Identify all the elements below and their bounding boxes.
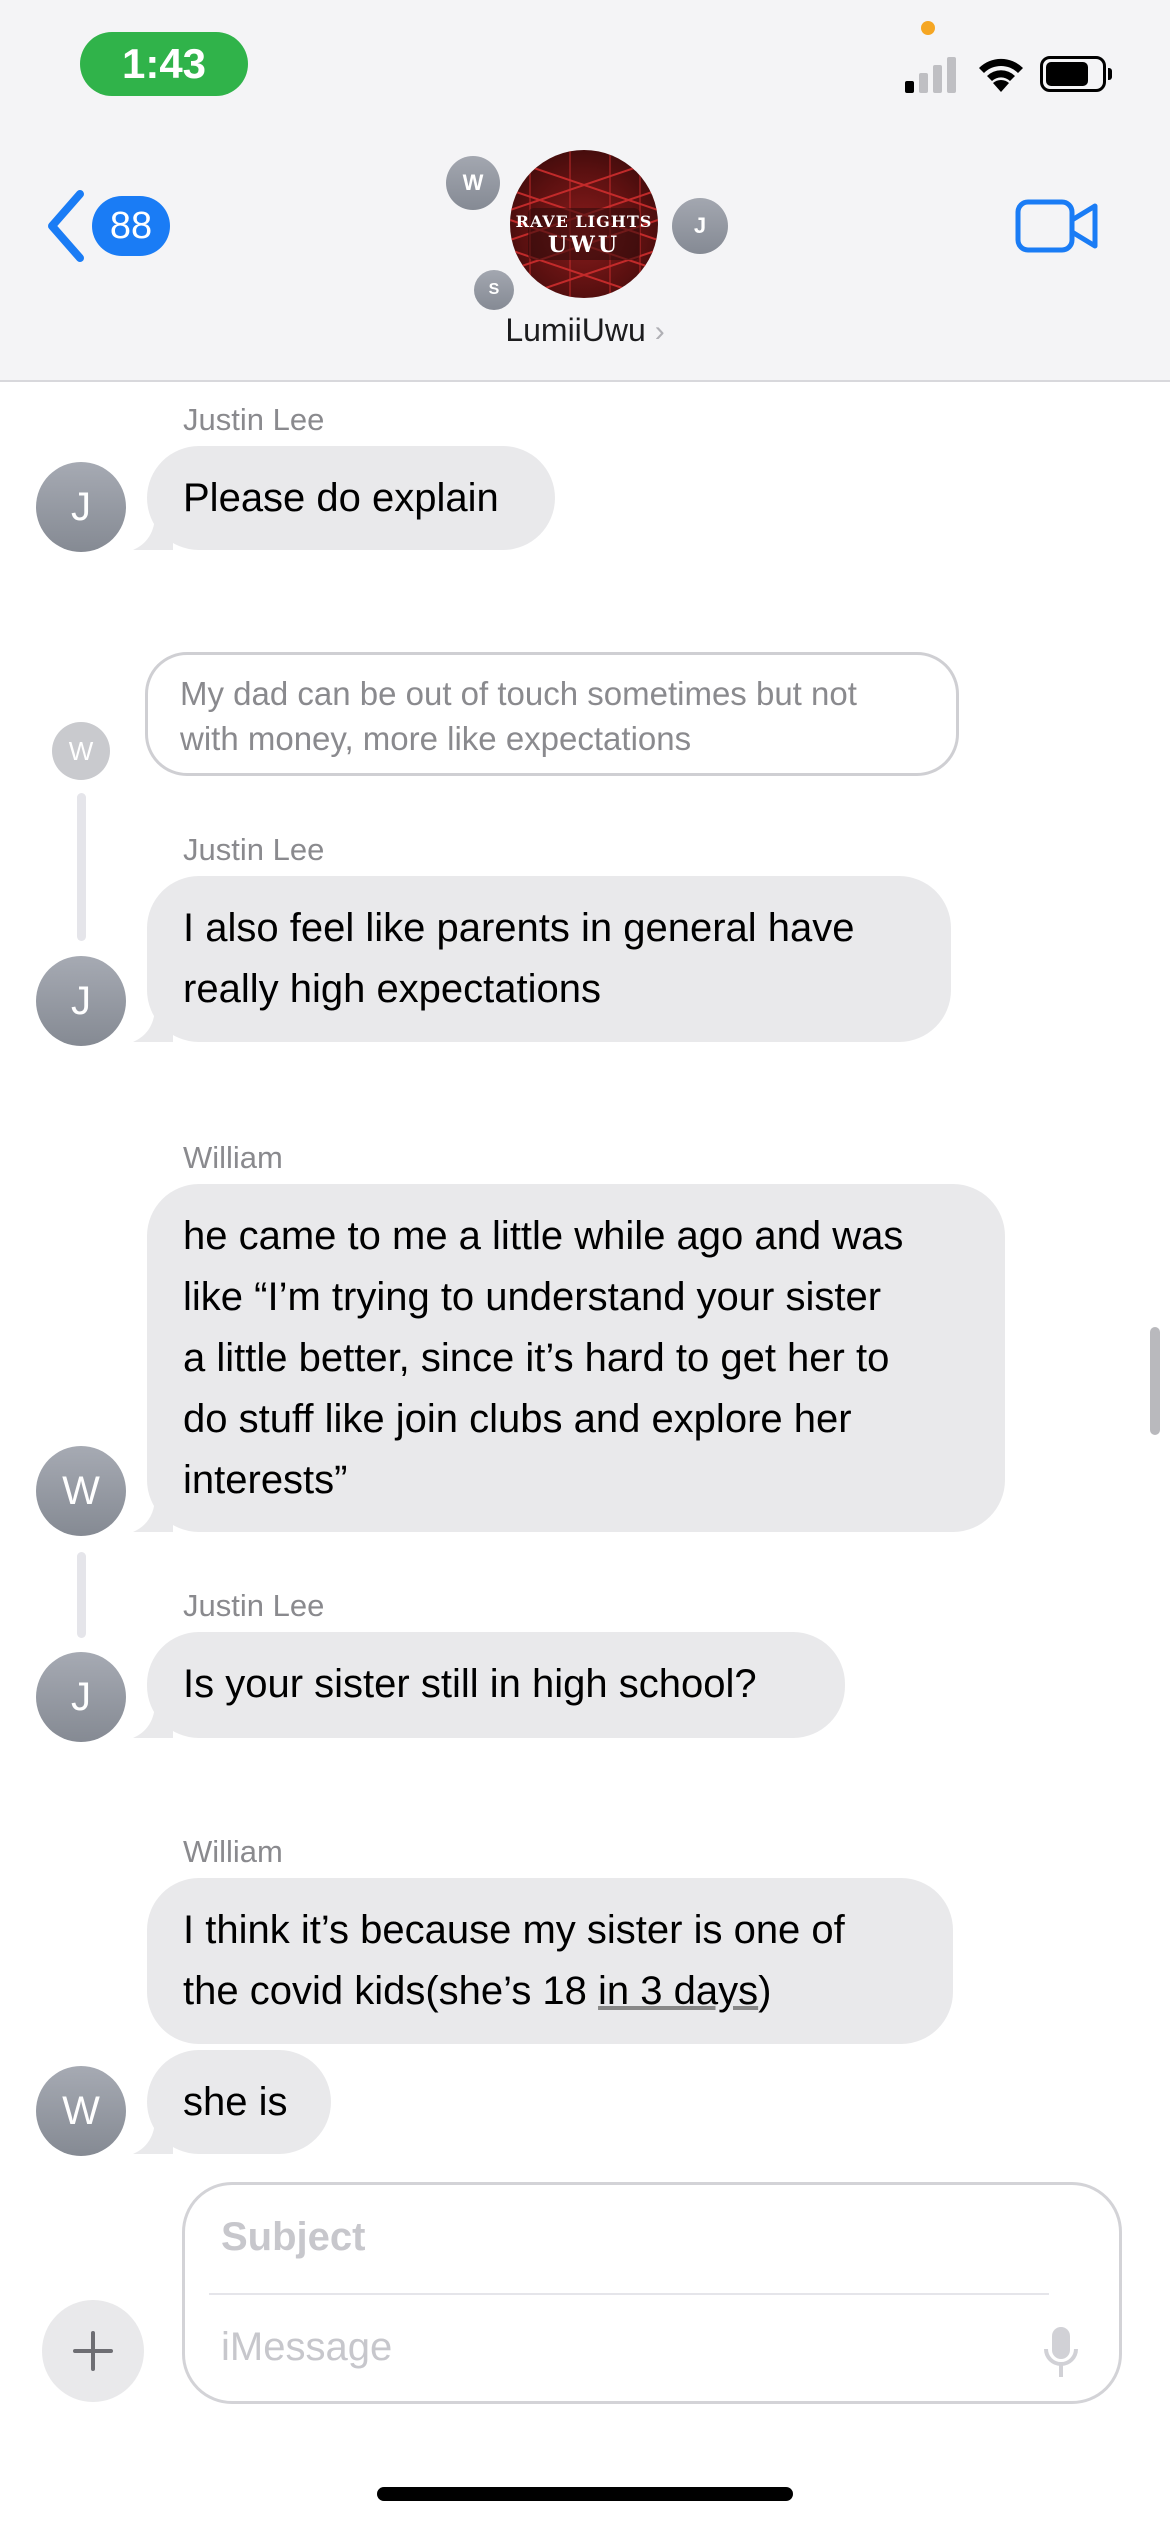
thread-line <box>77 1552 86 1638</box>
avatar[interactable]: W <box>36 2066 126 2156</box>
message-bubble[interactable]: Is your sister still in high school? <box>133 1632 845 1738</box>
member-avatar-j: J <box>672 198 728 254</box>
message-line: I think it’s because my sister is one of <box>183 1908 845 1952</box>
chevron-right-icon: › <box>654 315 665 348</box>
thread-line <box>77 793 86 941</box>
message-line: the covid kids(she’s 18 in 3 days) <box>183 1969 772 2013</box>
member-avatar-w: W <box>446 156 500 210</box>
message-line: a little better, since it’s hard to get … <box>183 1336 890 1380</box>
message-input[interactable]: iMessage <box>221 2325 392 2370</box>
unread-count-badge[interactable]: 88 <box>92 196 170 256</box>
member-avatar-s: S <box>474 270 514 310</box>
microphone-icon[interactable] <box>1043 2325 1079 2381</box>
avatar[interactable]: J <box>36 956 126 1046</box>
avatar[interactable]: J <box>36 1652 126 1742</box>
wifi-icon <box>979 58 1023 92</box>
message-text: she is <box>183 2080 288 2124</box>
back-chevron-icon[interactable] <box>44 188 88 264</box>
add-attachment-button[interactable] <box>42 2300 144 2402</box>
status-bar: 1:43 <box>0 0 1170 130</box>
avatar[interactable]: W <box>52 722 110 780</box>
avatar[interactable]: J <box>36 462 126 552</box>
message-bubble[interactable]: she is <box>133 2050 331 2154</box>
bubble-tail <box>133 2118 173 2154</box>
status-time: 1:43 <box>80 32 248 96</box>
message-line: really high expectations <box>183 967 602 1011</box>
privacy-indicator-dot <box>921 21 935 35</box>
message-line: he came to me a little while ago and was <box>183 1214 904 1258</box>
sender-name: Justin Lee <box>183 1588 325 1623</box>
group-photo[interactable]: RAVE LIGHTS UWU <box>510 150 658 298</box>
sender-name: Justin Lee <box>183 402 325 437</box>
sender-name: Justin Lee <box>183 832 325 867</box>
bubble-tail <box>133 1702 173 1738</box>
bubble-tail <box>133 1006 173 1042</box>
bubble-tail <box>133 1496 173 1532</box>
cellular-signal-icon <box>905 55 959 93</box>
conversation-header: 88 W J S RAVE LIGHTS UWU LumiiUwu › <box>0 130 1170 382</box>
message-bubble[interactable]: he came to me a little while ago and was… <box>133 1184 1005 1532</box>
scrollbar[interactable] <box>1150 1327 1160 1435</box>
sender-name: William <box>183 1834 283 1869</box>
reply-quote-bubble[interactable]: My dad can be out of touch sometimes but… <box>145 652 959 776</box>
message-bubble[interactable]: I also feel like parents in general have… <box>133 876 951 1042</box>
message-line: interests” <box>183 1458 348 1502</box>
message-line: like “I’m trying to understand your sist… <box>183 1275 882 1319</box>
message-text: Please do explain <box>183 476 499 520</box>
message-composer[interactable]: Subject iMessage <box>182 2182 1122 2404</box>
composer-divider <box>209 2293 1049 2295</box>
group-photo-text-top: RAVE LIGHTS <box>515 212 653 231</box>
message-line: do stuff like join clubs and explore her <box>183 1397 852 1441</box>
group-name[interactable]: LumiiUwu › <box>0 312 1170 349</box>
subject-field[interactable]: Subject <box>221 2215 365 2260</box>
avatar[interactable]: W <box>36 1446 126 1536</box>
message-bubble[interactable]: I think it’s because my sister is one of… <box>147 1878 953 2044</box>
plus-icon <box>73 2331 113 2371</box>
message-line: I also feel like parents in general have <box>183 906 855 950</box>
battery-icon <box>1040 56 1112 92</box>
sender-name: William <box>183 1140 283 1175</box>
group-name-label: LumiiUwu <box>505 312 646 348</box>
bubble-tail <box>133 514 173 550</box>
video-camera-icon[interactable] <box>1015 198 1099 254</box>
home-indicator[interactable] <box>377 2487 793 2501</box>
date-link[interactable]: in 3 days <box>598 1969 758 2013</box>
message-bubble[interactable]: Please do explain <box>133 446 555 550</box>
group-photo-text-bottom: UWU <box>547 232 621 258</box>
message-text: Is your sister still in high school? <box>183 1662 757 1706</box>
